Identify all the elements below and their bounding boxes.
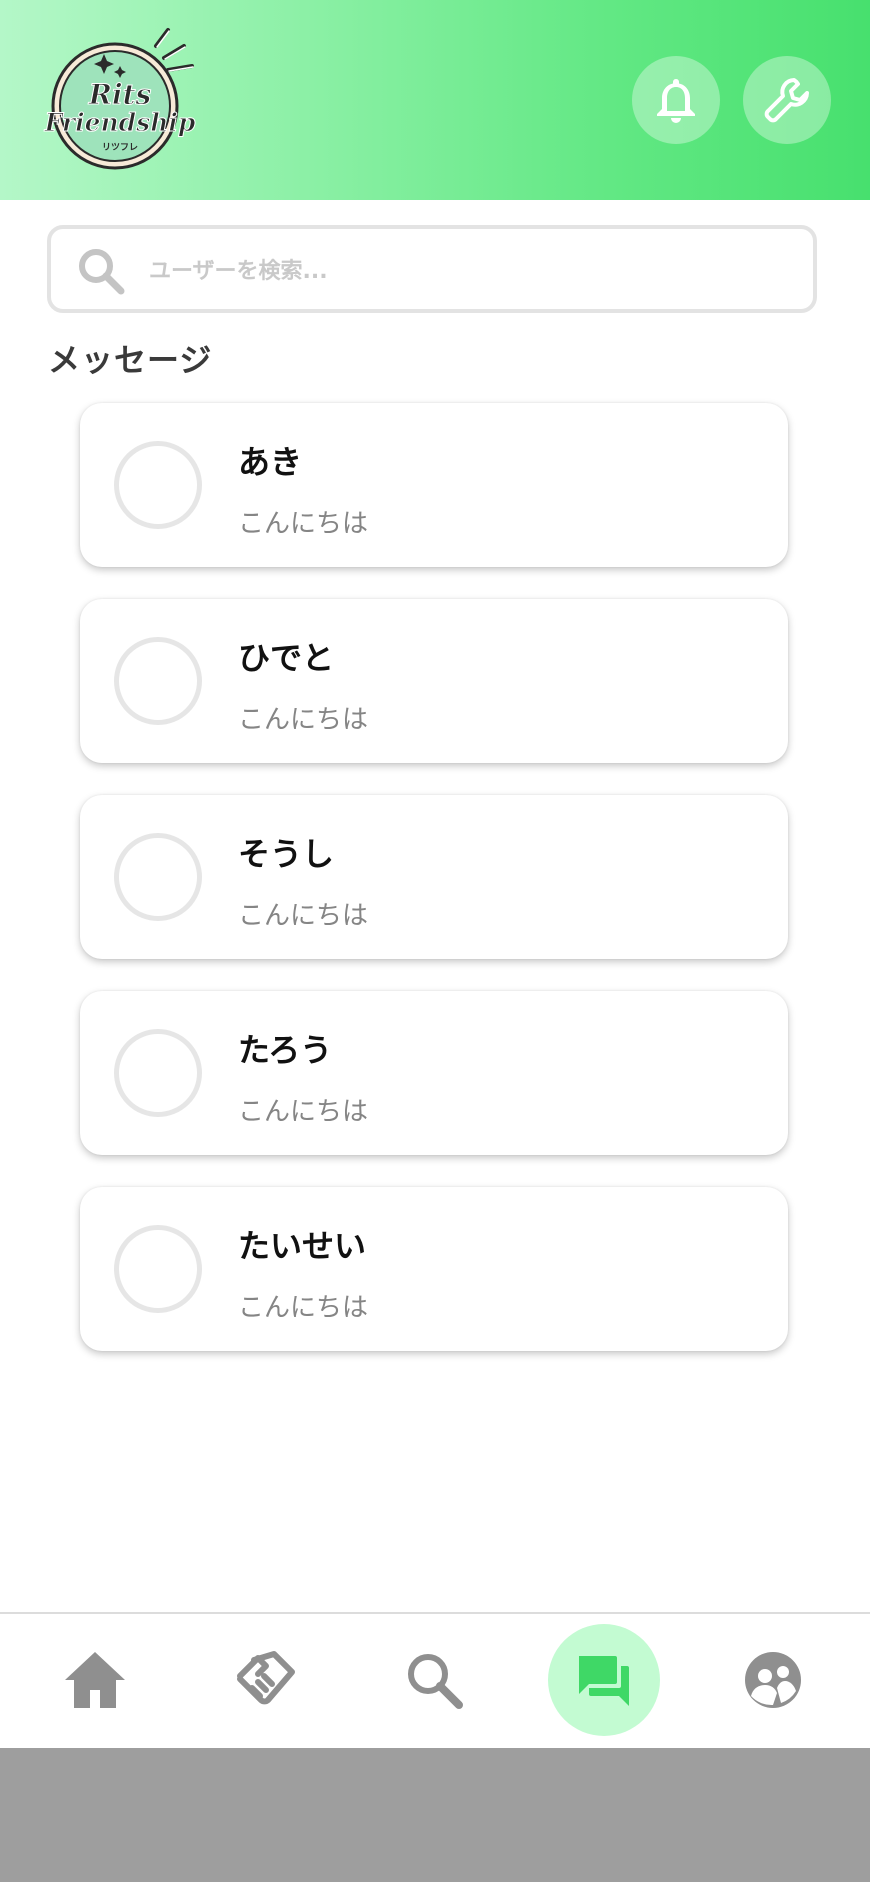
- contact-name: ひでと: [238, 639, 335, 677]
- wrench-icon: [764, 78, 809, 123]
- chat-icon: [579, 1656, 629, 1706]
- rits-friendship-logo[interactable]: Rits Friendship リツフレ: [38, 26, 208, 176]
- message-card[interactable]: たろう こんにちは: [80, 991, 788, 1155]
- message-card[interactable]: そうし こんにちは: [80, 795, 788, 959]
- message-preview: こんにちは: [238, 1097, 369, 1127]
- avatar: [114, 833, 202, 921]
- contact-name: たろう: [238, 1031, 333, 1069]
- messages-title: メッセージ: [48, 341, 213, 379]
- nav-search[interactable]: [378, 1624, 490, 1736]
- logo-subtext: リツフレ: [102, 142, 138, 153]
- avatar: [114, 1029, 202, 1117]
- group-icon: [745, 1652, 801, 1708]
- search-input[interactable]: [147, 243, 791, 299]
- search-icon: [408, 1654, 463, 1709]
- message-list: あき こんにちは ひでと こんにちは そうし こんにちは たろう こんにちは た…: [80, 403, 788, 1383]
- avatar: [114, 1225, 202, 1313]
- settings-button[interactable]: [743, 56, 831, 144]
- contact-name: そうし: [238, 835, 335, 873]
- message-preview: こんにちは: [238, 705, 369, 735]
- notification-button[interactable]: [632, 56, 720, 144]
- nav-messages[interactable]: [548, 1624, 660, 1736]
- nav-group[interactable]: [717, 1624, 829, 1736]
- logo-text-friendship: Friendship: [44, 108, 196, 137]
- contact-name: あき: [238, 443, 303, 481]
- message-card[interactable]: たいせい こんにちは: [80, 1187, 788, 1351]
- avatar: [114, 637, 202, 725]
- message-card[interactable]: ひでと こんにちは: [80, 599, 788, 763]
- system-bar: [0, 1748, 870, 1882]
- message-preview: こんにちは: [238, 509, 369, 539]
- search-icon: [79, 249, 125, 295]
- bottom-nav: [0, 1612, 870, 1750]
- handshake-icon: [237, 1651, 295, 1705]
- nav-match[interactable]: [209, 1624, 321, 1736]
- logo-text-rits: Rits: [88, 78, 152, 111]
- avatar: [114, 441, 202, 529]
- nav-home[interactable]: [39, 1624, 151, 1736]
- contact-name: たいせい: [238, 1227, 367, 1265]
- home-icon: [65, 1652, 125, 1708]
- message-preview: こんにちは: [238, 901, 369, 931]
- message-card[interactable]: あき こんにちは: [80, 403, 788, 567]
- app-header: Rits Friendship リツフレ: [0, 0, 870, 200]
- bell-icon: [657, 79, 695, 123]
- message-preview: こんにちは: [238, 1293, 369, 1323]
- user-search-bar[interactable]: [47, 225, 817, 313]
